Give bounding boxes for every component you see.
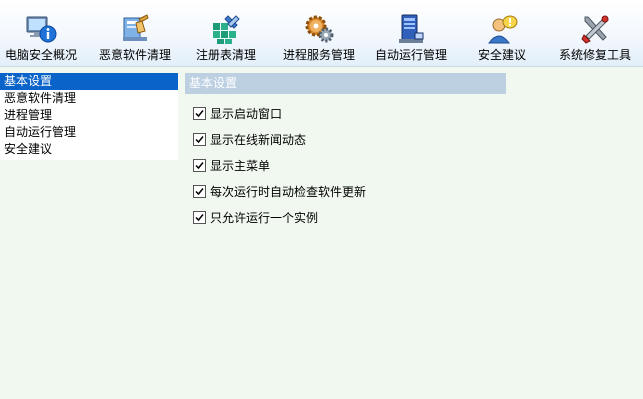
toolbar-label: 自动运行管理	[374, 48, 447, 62]
option-auto-check-updates[interactable]: 每次运行时自动检查软件更新	[193, 184, 366, 200]
option-label: 显示主菜单	[210, 159, 271, 173]
option-label: 显示在线新闻动态	[210, 133, 307, 147]
sidebar-item-malware-cleanup[interactable]: 恶意软件清理	[0, 90, 178, 107]
toolbar-security-advice-button[interactable]: 安全建议	[466, 0, 538, 66]
toolbar-label: 进程服务管理	[282, 48, 355, 62]
checkbox-checked[interactable]	[193, 185, 206, 198]
checkbox-checked[interactable]	[193, 211, 206, 224]
security-advice-user-icon	[488, 15, 518, 44]
checkmark-icon	[195, 188, 204, 196]
toolbar-computer-overview-button[interactable]: 电脑安全概况	[0, 0, 82, 66]
checkmark-icon	[195, 162, 204, 170]
toolbar-process-service-button[interactable]: 进程服务管理	[278, 0, 360, 66]
registry-cleanup-icon	[213, 15, 240, 44]
option-label: 每次运行时自动检查软件更新	[210, 185, 367, 199]
computer-info-icon	[26, 16, 57, 43]
settings-sidebar: 基本设置 恶意软件清理 进程管理 自动运行管理 安全建议	[0, 73, 178, 160]
startup-program-icon	[399, 14, 424, 43]
checkmark-icon	[195, 136, 204, 144]
toolbar-label: 恶意软件清理	[98, 48, 171, 62]
checkbox-checked[interactable]	[193, 159, 206, 172]
option-show-splash-window[interactable]: 显示启动窗口	[193, 106, 282, 122]
option-label: 显示启动窗口	[210, 107, 283, 121]
process-gear-icon	[305, 15, 334, 43]
toolbar-registry-cleanup-button[interactable]: 注册表清理	[188, 0, 264, 66]
toolbar-label: 系统修复工具	[558, 48, 631, 62]
malware-cleanup-icon	[123, 14, 149, 41]
sidebar-item-autorun-management[interactable]: 自动运行管理	[0, 124, 178, 141]
option-single-instance[interactable]: 只允许运行一个实例	[193, 210, 318, 226]
checkmark-icon	[195, 214, 204, 222]
sidebar-item-process-management[interactable]: 进程管理	[0, 107, 178, 124]
checkbox-checked[interactable]	[193, 133, 206, 146]
toolbar-autorun-management-button[interactable]: 自动运行管理	[370, 0, 452, 66]
toolbar-label: 电脑安全概况	[4, 48, 77, 62]
option-show-main-menu[interactable]: 显示主菜单	[193, 158, 270, 174]
sidebar-item-basic-settings[interactable]: 基本设置	[0, 73, 178, 90]
option-show-online-news[interactable]: 显示在线新闻动态	[193, 132, 306, 148]
toolbar-label: 注册表清理	[195, 48, 256, 62]
option-label: 只允许运行一个实例	[210, 211, 319, 225]
repair-tools-icon	[581, 15, 609, 44]
checkmark-icon	[195, 110, 204, 118]
sidebar-item-security-advice[interactable]: 安全建议	[0, 141, 178, 158]
toolbar-system-repair-tools-button[interactable]: 系统修复工具	[553, 0, 637, 66]
toolbar-malware-cleanup-button[interactable]: 恶意软件清理	[95, 0, 175, 66]
section-header-basic-settings: 基本设置	[185, 73, 506, 94]
checkbox-checked[interactable]	[193, 107, 206, 120]
toolbar-label: 安全建议	[477, 48, 526, 62]
main-toolbar: 电脑安全概况 恶意软件清理 注册表清理 进程服务管理 自动运行管理 安全建议 系…	[0, 0, 643, 67]
